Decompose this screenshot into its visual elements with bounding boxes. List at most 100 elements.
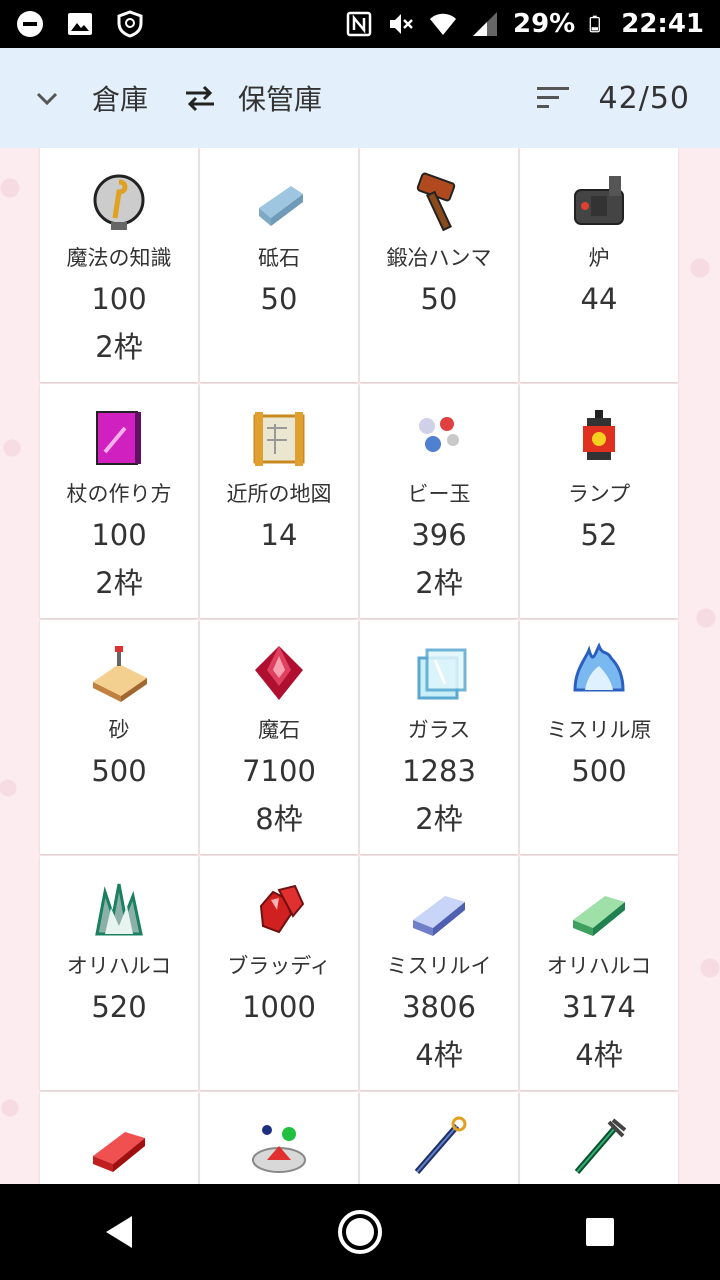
blue-staff-icon — [405, 1112, 473, 1180]
magic-knowledge-icon — [85, 168, 153, 236]
red-ingot-icon — [85, 1112, 153, 1180]
item-cell[interactable] — [40, 1092, 198, 1184]
item-name: ガラス — [407, 718, 471, 742]
recents-icon — [586, 1218, 614, 1246]
item-name: オリハルコ — [546, 954, 652, 978]
item-cell[interactable]: 砂 500 — [40, 620, 198, 854]
item-slots: 2枠 — [415, 802, 463, 836]
item-qty: 7100 — [242, 754, 316, 788]
furnace-icon — [565, 168, 633, 236]
mithril-ore-icon — [565, 640, 633, 708]
item-cell[interactable]: 杖の作り方 100 2枠 — [40, 384, 198, 618]
slot-count: 42/50 — [598, 80, 690, 116]
lamp-icon — [565, 404, 633, 472]
item-qty: 52 — [580, 518, 618, 552]
item-qty: 3806 — [402, 990, 476, 1024]
item-cell[interactable]: ミスリルイ 3806 4枠 — [360, 856, 518, 1090]
battery-icon — [589, 15, 601, 33]
shield-icon — [117, 10, 143, 38]
home-button[interactable] — [330, 1202, 390, 1262]
back-button[interactable] — [90, 1202, 150, 1262]
green-staff-icon — [565, 1112, 633, 1180]
magic-stone-icon — [245, 640, 313, 708]
bloody-ore-icon — [245, 876, 313, 944]
item-qty: 50 — [420, 282, 458, 316]
nfc-icon — [346, 11, 372, 37]
item-slots: 4枠 — [575, 1038, 623, 1072]
chevron-down-icon[interactable] — [30, 81, 64, 115]
item-name: 鍛冶ハンマ — [386, 246, 492, 270]
item-name: ビー玉 — [407, 482, 471, 506]
item-qty: 520 — [91, 990, 147, 1024]
app-header: 倉庫 保管庫 42/50 — [0, 48, 720, 148]
recents-button[interactable] — [570, 1202, 630, 1262]
page-title[interactable]: 倉庫 — [92, 78, 148, 118]
item-name: ランプ — [567, 482, 631, 506]
item-slots: 2枠 — [95, 566, 143, 600]
signal-icon — [473, 12, 497, 36]
back-icon — [106, 1216, 132, 1248]
item-slots: 4枠 — [415, 1038, 463, 1072]
item-name: ブラッディ — [227, 954, 331, 978]
item-name: ミスリルイ — [386, 954, 492, 978]
item-qty: 100 — [91, 282, 147, 316]
item-slots: 2枠 — [95, 330, 143, 364]
glass-icon — [405, 640, 473, 708]
potion-plate-icon — [245, 1112, 313, 1180]
item-qty: 1000 — [242, 990, 316, 1024]
item-name: 魔法の知識 — [66, 246, 172, 270]
mute-icon — [390, 14, 413, 34]
map-icon — [245, 404, 313, 472]
item-cell[interactable]: ランプ 52 — [520, 384, 678, 618]
item-cell[interactable]: ガラス 1283 2枠 — [360, 620, 518, 854]
item-cell[interactable]: オリハルコ 3174 4枠 — [520, 856, 678, 1090]
item-cell[interactable]: 魔法の知識 100 2枠 — [40, 148, 198, 382]
item-qty: 396 — [411, 518, 467, 552]
orichalcum-ore-icon — [85, 876, 153, 944]
item-cell[interactable]: 鍛冶ハンマ 50 — [360, 148, 518, 382]
home-icon — [338, 1210, 382, 1254]
clock: 22:41 — [621, 9, 704, 39]
item-slots: 2枠 — [415, 566, 463, 600]
book-icon — [85, 404, 153, 472]
item-name: ミスリル原 — [546, 718, 652, 742]
item-qty: 500 — [91, 754, 147, 788]
item-list[interactable]: 魔法の知識 100 2枠 砥石 50 鍛冶ハンマ 50 炉 44 杖の作り方 100 2枠 近所の地図 1… — [0, 148, 720, 1184]
item-name: 砥石 — [258, 246, 300, 270]
item-cell[interactable] — [200, 1092, 358, 1184]
item-cell[interactable]: 魔石 7100 8枠 — [200, 620, 358, 854]
storage-subtitle[interactable]: 保管庫 — [238, 78, 322, 118]
sand-icon — [85, 640, 153, 708]
item-name: 近所の地図 — [226, 482, 332, 506]
item-qty: 44 — [580, 282, 618, 316]
item-cell[interactable]: ミスリル原 500 — [520, 620, 678, 854]
item-qty: 50 — [260, 282, 298, 316]
item-grid: 魔法の知識 100 2枠 砥石 50 鍛冶ハンマ 50 炉 44 杖の作り方 100 2枠 近所の地図 1… — [40, 148, 680, 1184]
item-cell[interactable]: オリハルコ 520 — [40, 856, 198, 1090]
item-qty: 14 — [260, 518, 298, 552]
item-cell[interactable] — [520, 1092, 678, 1184]
image-icon — [68, 13, 92, 35]
battery-percent: 29% — [513, 9, 576, 39]
item-cell[interactable]: ビー玉 396 2枠 — [360, 384, 518, 618]
sort-icon[interactable] — [535, 83, 571, 113]
item-cell[interactable]: 炉 44 — [520, 148, 678, 382]
item-name: 炉 — [588, 246, 610, 270]
orichalcum-ingot-icon — [565, 876, 633, 944]
status-bar: 29% 22:41 — [0, 0, 720, 48]
swap-icon[interactable] — [182, 80, 218, 116]
nav-bar — [0, 1184, 720, 1280]
item-name: 杖の作り方 — [66, 482, 172, 506]
item-qty: 3174 — [562, 990, 636, 1024]
item-cell[interactable] — [360, 1092, 518, 1184]
item-cell[interactable]: 近所の地図 14 — [200, 384, 358, 618]
whetstone-icon — [245, 168, 313, 236]
wifi-icon — [430, 13, 456, 35]
marbles-icon — [405, 404, 473, 472]
dnd-icon — [17, 11, 43, 37]
item-cell[interactable]: 砥石 50 — [200, 148, 358, 382]
item-cell[interactable]: ブラッディ 1000 — [200, 856, 358, 1090]
item-slots: 8枠 — [255, 802, 303, 836]
item-name: 魔石 — [258, 718, 300, 742]
hammer-icon — [405, 168, 473, 236]
